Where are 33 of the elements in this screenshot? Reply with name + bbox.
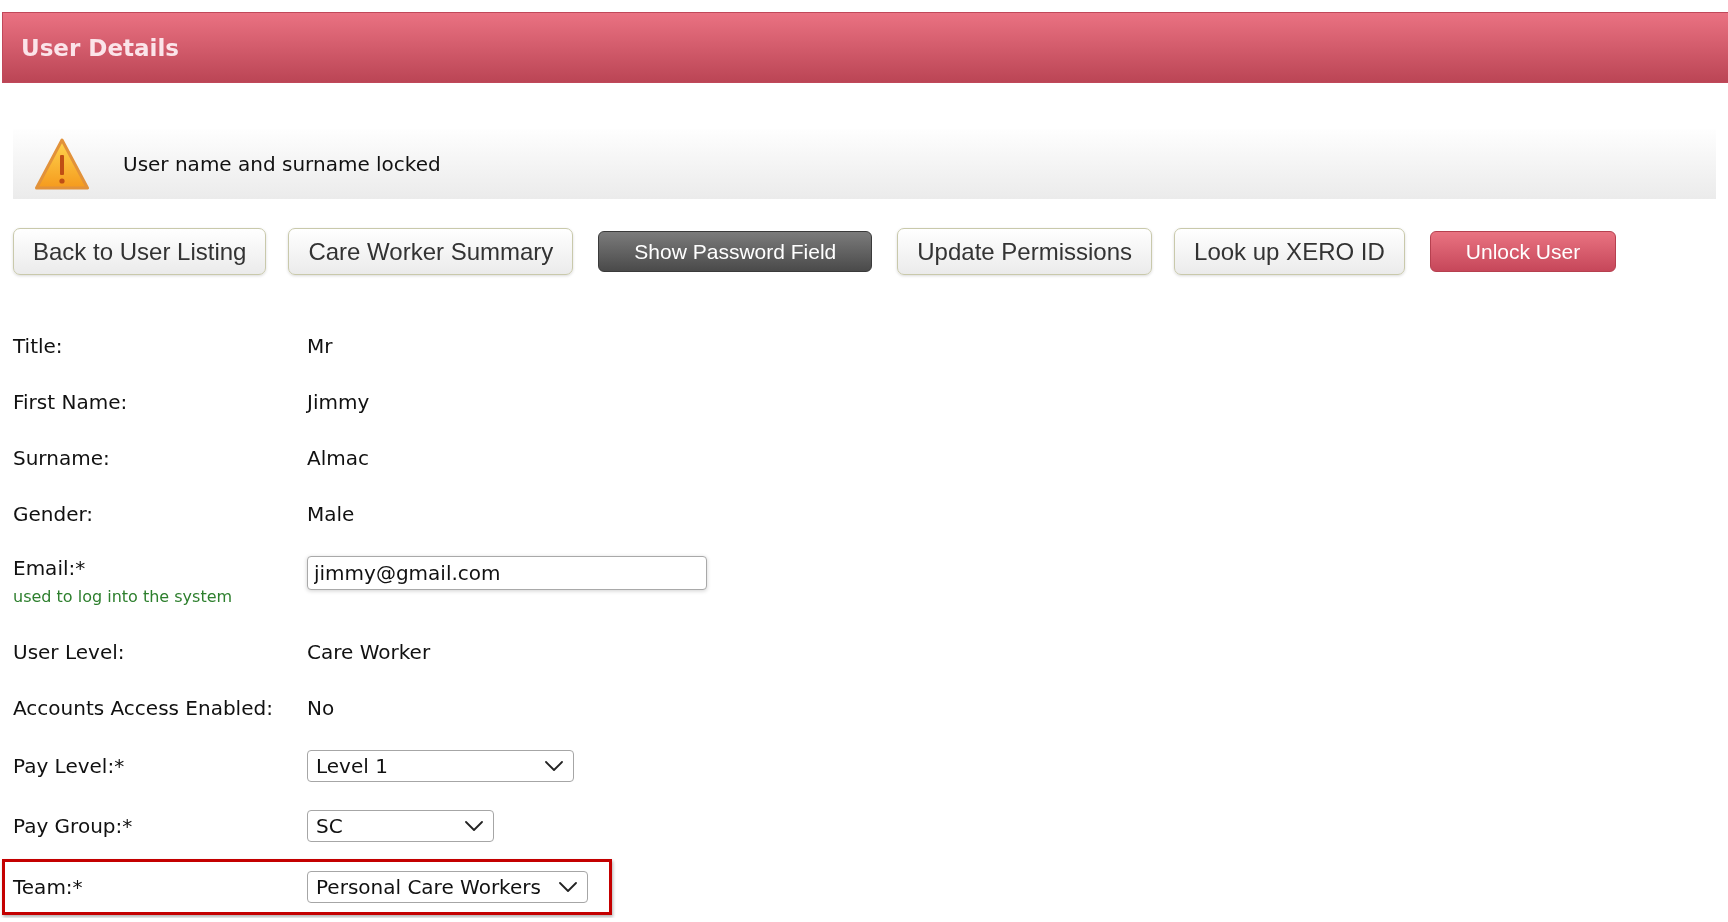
field-value: No xyxy=(307,696,335,720)
page-title: User Details xyxy=(21,34,179,61)
action-button[interactable]: Back to User Listing xyxy=(13,228,267,275)
action-button[interactable]: Update Permissions xyxy=(897,228,1153,275)
field-value: Almac xyxy=(307,446,369,470)
field-value: Male xyxy=(307,502,355,526)
chevron-down-icon xyxy=(545,761,563,771)
field-label: Title: xyxy=(13,334,64,358)
notice-text: User name and surname locked xyxy=(123,152,441,176)
action-button[interactable]: Unlock User xyxy=(1429,231,1617,272)
dropdown[interactable]: SC xyxy=(307,810,494,842)
field-label: Email:* xyxy=(13,556,87,580)
field-label: Surname: xyxy=(13,446,111,470)
field-label: Pay Level:* xyxy=(13,754,126,778)
field-hint: used to log into the system xyxy=(13,587,234,606)
dropdown[interactable]: Level 1 xyxy=(307,750,574,782)
warning-icon xyxy=(35,138,89,190)
field-value: Care Worker xyxy=(307,640,431,664)
field-label: Accounts Access Enabled: xyxy=(13,696,274,720)
text-input[interactable]: jimmy@gmail.com xyxy=(307,556,707,590)
field-value: Jimmy xyxy=(307,390,370,414)
action-button[interactable]: Care Worker Summary xyxy=(288,228,574,275)
chevron-down-icon xyxy=(558,882,577,892)
field-label: First Name: xyxy=(13,390,129,414)
field-label: Gender: xyxy=(13,502,95,526)
field-label: User Level: xyxy=(13,640,126,664)
field-label: Pay Group:* xyxy=(13,814,134,838)
action-button[interactable]: Show Password Field xyxy=(598,231,873,272)
field-value: Mr xyxy=(307,334,333,358)
chevron-down-icon xyxy=(465,821,483,831)
field-label: Team:* xyxy=(13,875,84,899)
action-button[interactable]: Look up XERO ID xyxy=(1174,228,1405,275)
dropdown[interactable]: Personal Care Workers xyxy=(307,871,588,903)
